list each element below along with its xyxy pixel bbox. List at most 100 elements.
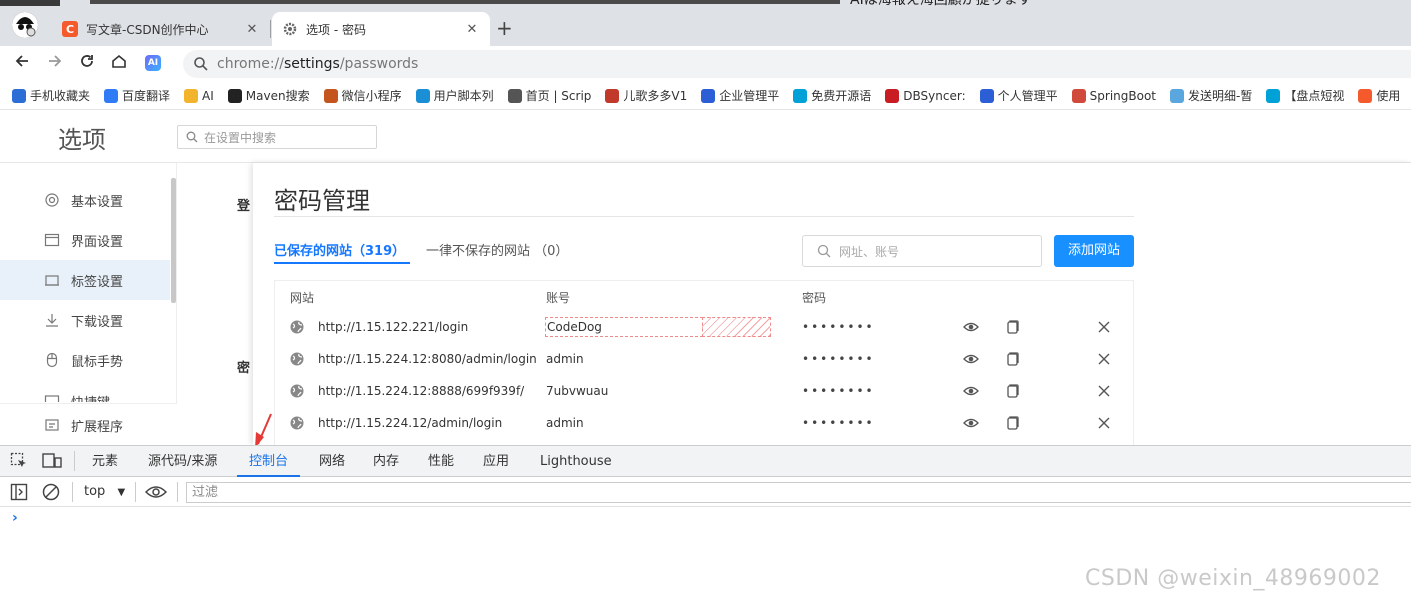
console-prompt[interactable]: ›	[12, 510, 18, 526]
bookmark-item[interactable]: 儿歌多多V1	[605, 87, 687, 104]
bookmark-item[interactable]: Maven搜索	[227, 87, 310, 104]
bookmark-item[interactable]: 首页 | Scrip	[507, 87, 591, 104]
site-globe-icon	[290, 343, 304, 375]
show-password-eye-icon[interactable]	[963, 375, 979, 407]
bookmark-item[interactable]: 个人管理平	[979, 87, 1058, 104]
device-toolbar-icon[interactable]	[42, 452, 62, 474]
address-bar[interactable]: chrome://settings/passwords	[183, 50, 1411, 78]
search-icon	[194, 57, 208, 71]
show-password-eye-icon[interactable]	[963, 407, 979, 439]
home-button[interactable]	[107, 52, 131, 76]
reload-button[interactable]	[75, 52, 99, 76]
bookmark-item[interactable]: 【盘点短视	[1266, 87, 1344, 104]
settings-search-input[interactable]: 在设置中搜索	[177, 125, 377, 149]
wechat-mini-icon	[323, 88, 338, 103]
sidebar-item-3[interactable]: 下载设置	[0, 300, 170, 340]
bookmark-label: DBSyncer:	[903, 88, 966, 103]
delete-entry-icon[interactable]	[1096, 407, 1112, 439]
bookmark-item[interactable]: 微信小程序	[323, 87, 402, 104]
folder-icon	[184, 88, 199, 103]
copy-password-icon[interactable]	[1004, 375, 1020, 407]
bookmark-item[interactable]: 企业管理平	[701, 87, 779, 104]
bookmark-item[interactable]: 用户脚本列	[415, 87, 494, 104]
site-url: http://1.15.224.12:8888/699f939f/	[318, 384, 525, 398]
bookmark-label: 儿歌多多V1	[623, 89, 688, 103]
inspect-element-icon[interactable]	[10, 452, 28, 474]
sidebar-item-label: 标签设置	[71, 274, 124, 290]
show-password-eye-icon[interactable]	[963, 343, 979, 375]
account-value: admin	[546, 416, 584, 430]
sidebar-item-5[interactable]: 快捷键	[0, 380, 170, 402]
devtools-tab-0[interactable]: 元素	[92, 446, 118, 477]
new-tab-button[interactable]: +	[496, 18, 513, 38]
search-icon	[186, 131, 198, 143]
tab-settings-passwords[interactable]: 选项 - 密码 ✕	[272, 12, 490, 46]
devtools-tab-2[interactable]: 控制台	[237, 446, 301, 477]
bookmark-item[interactable]: 使用	[1358, 87, 1400, 104]
sidebar-item-0[interactable]: 基本设置	[0, 180, 170, 220]
delete-entry-icon[interactable]	[1096, 343, 1112, 375]
column-header-password: 密码	[802, 291, 827, 305]
divider	[135, 482, 136, 502]
account-value: CodeDog	[547, 320, 602, 334]
back-button[interactable]	[10, 52, 34, 76]
sidebar-item-1[interactable]: 界面设置	[0, 220, 170, 260]
url-path: /passwords	[339, 56, 419, 72]
sidebar-toggle-icon[interactable]	[10, 483, 28, 505]
close-icon[interactable]: ✕	[464, 22, 480, 37]
devtools-tab-5[interactable]: 性能	[428, 446, 454, 477]
bookmark-item[interactable]: DBSyncer:	[885, 88, 966, 103]
copy-password-icon[interactable]	[1004, 407, 1020, 439]
sidebar-item-4[interactable]: 鼠标手势	[0, 340, 170, 380]
password-search-input[interactable]: 网址、账号	[802, 235, 1042, 267]
devtools-tab-6[interactable]: 应用	[483, 446, 509, 477]
tab-separator	[270, 20, 271, 38]
window-icon	[44, 233, 60, 247]
devtools-tab-4[interactable]: 内存	[373, 446, 399, 477]
bookmark-item[interactable]: 百度翻译	[104, 87, 170, 104]
add-site-button[interactable]: 添加网站	[1054, 235, 1134, 267]
tab-csdn[interactable]: C 写文章-CSDN创作中心 ✕	[52, 12, 270, 46]
context-selector[interactable]: top ▼	[84, 484, 125, 499]
bookmark-label: 使用	[1376, 89, 1401, 103]
tab-saved-sites[interactable]: 已保存的网站（319）	[274, 240, 405, 259]
sidebar-scrollbar[interactable]	[171, 178, 176, 303]
globe-icon	[507, 88, 522, 103]
console-filter-input[interactable]: 过滤	[186, 482, 1411, 503]
account-edit-input[interactable]: CodeDog	[545, 317, 703, 337]
copy-password-icon[interactable]	[1004, 343, 1020, 375]
jb-icon	[1071, 88, 1086, 103]
devtools-tab-1[interactable]: 源代码/来源	[148, 446, 217, 477]
table-cell-account: admin	[546, 343, 584, 375]
tab-never-saved-sites[interactable]: 一律不保存的网站 （0）	[426, 240, 568, 259]
bookmark-label: SpringBoot	[1089, 88, 1157, 103]
devtools-tab-7[interactable]: Lighthouse	[540, 446, 612, 477]
copy-password-icon[interactable]	[1004, 311, 1020, 343]
profile-avatar[interactable]	[12, 12, 38, 38]
site-globe-icon	[290, 311, 304, 343]
table-cell-site: http://1.15.224.12:8888/699f939f/	[318, 375, 524, 407]
forward-button[interactable]	[43, 52, 67, 76]
url-host: settings	[284, 56, 340, 72]
eye-icon[interactable]	[144, 484, 168, 504]
delete-entry-icon[interactable]	[1096, 311, 1112, 343]
show-password-eye-icon[interactable]	[963, 311, 979, 343]
account-edit-handle[interactable]	[702, 317, 771, 337]
sidebar-item-2[interactable]: 标签设置	[0, 260, 170, 300]
baidu-translate-icon	[104, 88, 119, 103]
bookmark-item[interactable]: 免费开源语	[793, 87, 871, 104]
maven-icon	[227, 88, 242, 103]
password-mask: ••••••••	[802, 384, 875, 398]
bookmark-item[interactable]: SpringBoot	[1071, 88, 1157, 103]
ai-extension-icon[interactable]: AI	[145, 55, 161, 71]
bookmark-item[interactable]: 发送明细-暂	[1170, 87, 1252, 104]
u-icon	[701, 88, 716, 103]
devtools-tab-3[interactable]: 网络	[319, 446, 345, 477]
clear-console-icon[interactable]	[42, 483, 60, 505]
page-title: 选项	[58, 126, 106, 154]
close-icon[interactable]: ✕	[244, 22, 260, 37]
delete-entry-icon[interactable]	[1096, 375, 1112, 407]
column-header-site: 网站	[290, 291, 315, 305]
bookmark-item[interactable]: 手机收藏夹	[12, 87, 90, 104]
bookmark-item[interactable]: AI	[184, 88, 214, 103]
